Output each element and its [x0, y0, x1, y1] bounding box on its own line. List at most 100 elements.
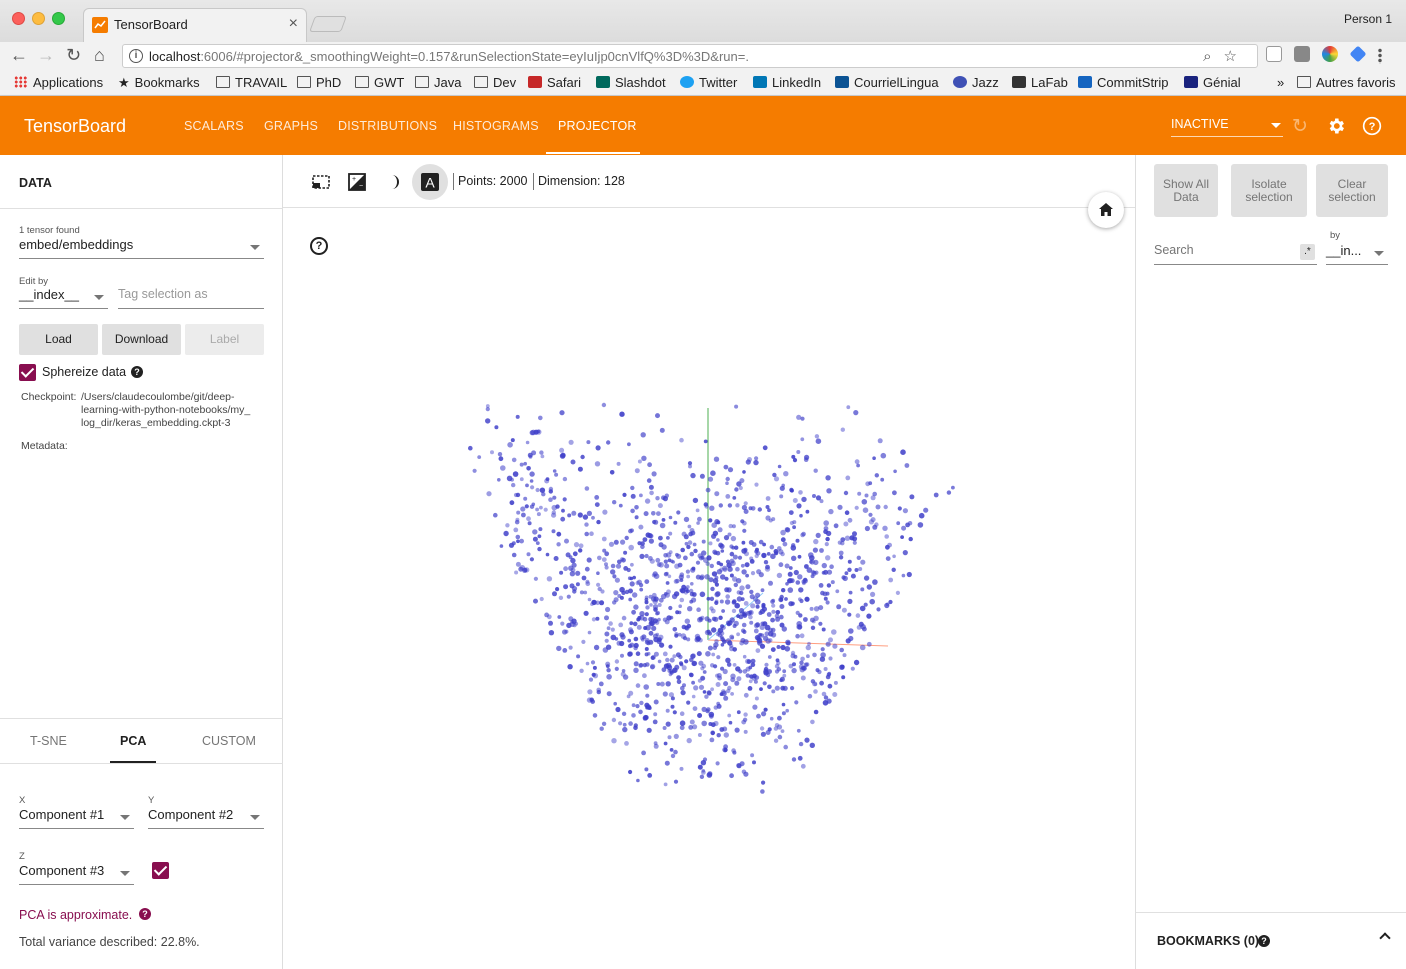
- embedding-point[interactable]: [668, 692, 674, 698]
- embedding-point[interactable]: [800, 656, 805, 662]
- embedding-point[interactable]: [784, 597, 788, 601]
- embedding-point[interactable]: [604, 638, 609, 643]
- embedding-point[interactable]: [803, 617, 808, 622]
- embedding-point[interactable]: [829, 564, 834, 569]
- embedding-point[interactable]: [592, 713, 598, 718]
- embedding-point[interactable]: [884, 534, 889, 539]
- embedding-point[interactable]: [618, 721, 623, 726]
- embedding-point[interactable]: [515, 517, 520, 522]
- embedding-point[interactable]: [472, 468, 477, 473]
- embedding-point[interactable]: [739, 590, 744, 596]
- embedding-point[interactable]: [734, 680, 740, 686]
- embedding-point[interactable]: [653, 699, 659, 705]
- embedding-point[interactable]: [632, 621, 638, 627]
- embedding-point[interactable]: [673, 591, 680, 597]
- embedding-point[interactable]: [755, 648, 761, 653]
- embedding-point[interactable]: [611, 738, 617, 744]
- embedding-point[interactable]: [604, 615, 609, 621]
- extension-gray-icon[interactable]: [1294, 46, 1310, 62]
- embedding-point[interactable]: [750, 753, 755, 758]
- embedding-point[interactable]: [678, 574, 684, 580]
- embedding-point[interactable]: [722, 747, 728, 753]
- embedding-point[interactable]: [518, 566, 524, 572]
- embedding-point[interactable]: [813, 538, 819, 545]
- embedding-point[interactable]: [676, 675, 681, 680]
- embedding-point[interactable]: [766, 552, 771, 556]
- embedding-point[interactable]: [592, 665, 597, 670]
- embedding-point[interactable]: [528, 455, 533, 459]
- embedding-point[interactable]: [765, 564, 770, 570]
- embedding-point[interactable]: [514, 570, 519, 575]
- embedding-point[interactable]: [635, 704, 640, 709]
- embedding-point[interactable]: [763, 560, 769, 565]
- embedding-point[interactable]: [578, 543, 584, 549]
- embedding-point[interactable]: [783, 744, 788, 750]
- embedding-point[interactable]: [619, 595, 624, 600]
- embedding-point[interactable]: [539, 596, 544, 602]
- embedding-point[interactable]: [847, 517, 853, 523]
- embedding-point[interactable]: [758, 539, 764, 545]
- embedding-point[interactable]: [539, 487, 546, 493]
- embedding-point[interactable]: [585, 661, 590, 666]
- embedding-point[interactable]: [691, 660, 698, 667]
- embedding-point[interactable]: [647, 773, 653, 778]
- embedding-point[interactable]: [892, 490, 897, 496]
- embedding-point[interactable]: [665, 571, 669, 576]
- embedding-point[interactable]: [770, 617, 775, 623]
- embedding-point[interactable]: [635, 651, 641, 656]
- embedding-point[interactable]: [729, 544, 734, 549]
- embedding-point[interactable]: [683, 516, 690, 523]
- regex-toggle[interactable]: .*: [1300, 244, 1315, 260]
- embedding-point[interactable]: [814, 434, 820, 439]
- embedding-point[interactable]: [581, 639, 586, 644]
- embedding-point[interactable]: [621, 557, 626, 563]
- embedding-point[interactable]: [628, 690, 634, 696]
- embedding-point[interactable]: [605, 606, 611, 613]
- embedding-point[interactable]: [796, 728, 801, 733]
- embedding-point[interactable]: [620, 653, 624, 658]
- embedding-point[interactable]: [519, 538, 524, 544]
- embedding-point[interactable]: [882, 525, 888, 531]
- embedding-point[interactable]: [770, 647, 776, 652]
- embedding-point[interactable]: [677, 562, 683, 568]
- embedding-point[interactable]: [663, 559, 668, 564]
- embedding-point[interactable]: [679, 437, 684, 443]
- embedding-point[interactable]: [719, 543, 725, 549]
- embedding-point[interactable]: [843, 490, 849, 496]
- embedding-point[interactable]: [845, 475, 851, 481]
- embedding-point[interactable]: [798, 597, 802, 602]
- embedding-point[interactable]: [741, 628, 746, 633]
- download-button[interactable]: Download: [102, 324, 181, 355]
- embedding-point[interactable]: [711, 571, 718, 577]
- embedding-point[interactable]: [686, 544, 691, 550]
- sphereize-help-icon[interactable]: ?: [131, 366, 143, 378]
- embedding-point[interactable]: [538, 527, 543, 532]
- bookmark-applications[interactable]: Applications: [14, 75, 103, 90]
- embedding-point[interactable]: [788, 663, 794, 669]
- embedding-point[interactable]: [665, 708, 670, 713]
- embedding-point[interactable]: [791, 757, 797, 762]
- bookmark-courriellingua[interactable]: CourrielLingua: [835, 75, 939, 90]
- moon-icon[interactable]: [384, 172, 404, 192]
- embedding-point[interactable]: [556, 531, 562, 537]
- embedding-point[interactable]: [771, 598, 776, 603]
- embedding-point[interactable]: [700, 615, 705, 620]
- embedding-point[interactable]: [641, 455, 647, 461]
- embedding-point[interactable]: [537, 534, 542, 539]
- embedding-point[interactable]: [679, 711, 685, 716]
- bookmark-jazz[interactable]: Jazz: [953, 75, 999, 90]
- embedding-point[interactable]: [784, 646, 791, 652]
- embedding-point[interactable]: [906, 571, 912, 578]
- embedding-point[interactable]: [741, 719, 747, 725]
- embedding-point[interactable]: [665, 721, 671, 727]
- embedding-point[interactable]: [733, 582, 738, 588]
- embedding-point[interactable]: [655, 413, 660, 419]
- embedding-point[interactable]: [634, 505, 639, 510]
- embedding-point[interactable]: [744, 551, 749, 557]
- embedding-point[interactable]: [729, 773, 734, 779]
- embedding-point[interactable]: [716, 561, 721, 565]
- embedding-point[interactable]: [705, 651, 711, 657]
- embedding-point[interactable]: [691, 680, 695, 685]
- embedding-point[interactable]: [810, 625, 816, 630]
- embedding-point[interactable]: [643, 626, 648, 630]
